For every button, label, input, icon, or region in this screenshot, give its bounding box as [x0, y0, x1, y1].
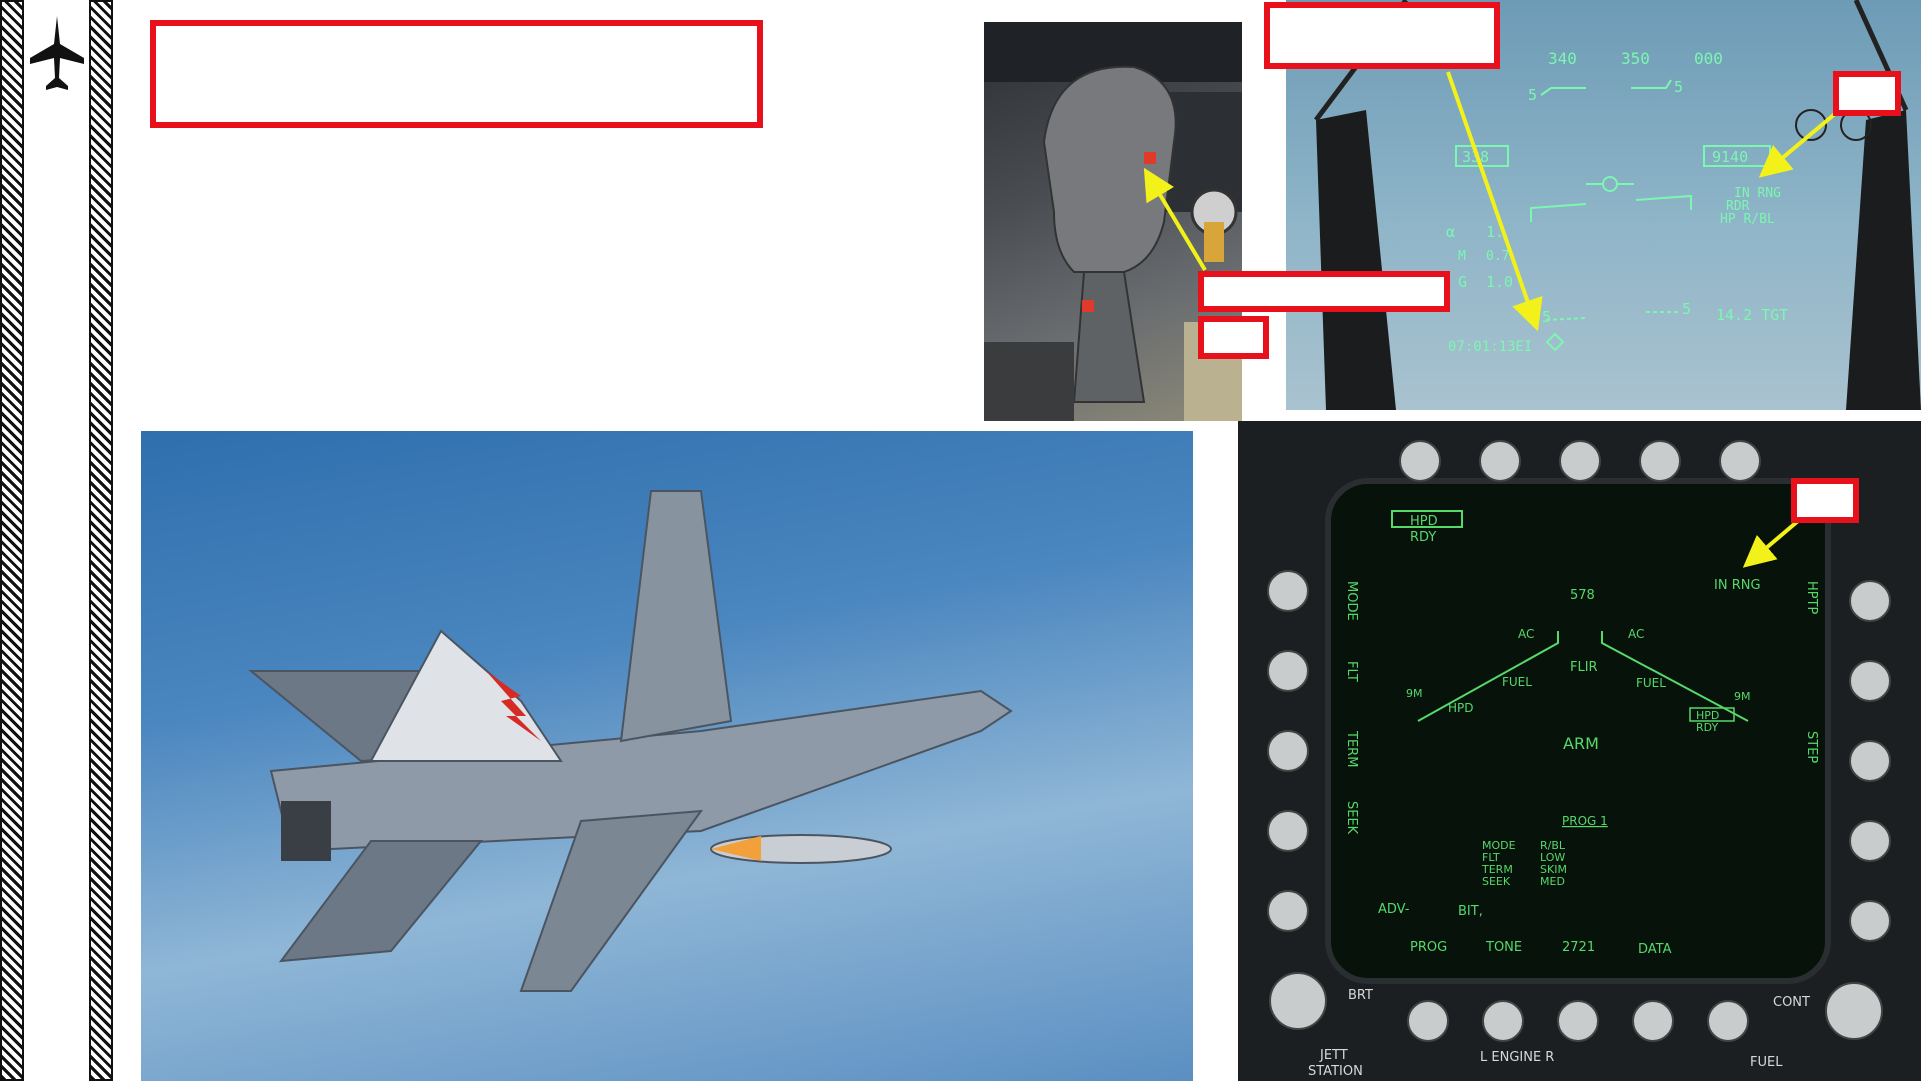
stick-wide-callout-box: [1198, 271, 1450, 312]
hud-right-callout-box: [1833, 71, 1901, 116]
stick-small-callout-box: [1198, 316, 1269, 359]
arrow-to-ddi-in-rng: [1742, 519, 1800, 568]
arrow-to-hud-in-rng: [1758, 111, 1838, 178]
ddi-callout-box: [1791, 478, 1859, 523]
arrow-to-hud-diamond: [1446, 71, 1543, 332]
callout-arrows: [1143, 71, 1838, 568]
hud-top-callout-box: [1264, 2, 1500, 69]
arrow-to-stick-button: [1143, 167, 1207, 272]
